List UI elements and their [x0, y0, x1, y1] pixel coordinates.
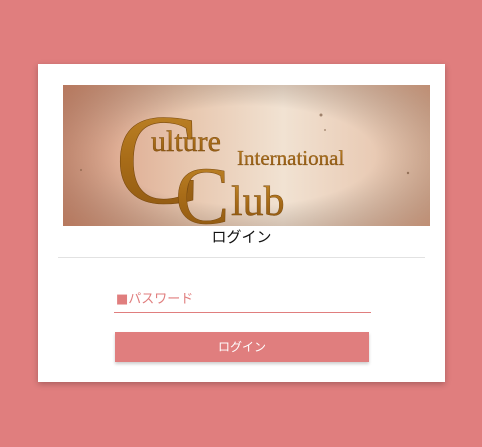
password-input[interactable]	[114, 288, 371, 311]
login-card: C ulture International C lub ログイン ログイン	[38, 64, 445, 382]
logo-word-international: International	[237, 146, 344, 170]
club-logo-banner: C ulture International C lub	[63, 85, 430, 226]
password-field-wrapper	[114, 288, 371, 313]
divider	[58, 257, 425, 258]
logo-word-lub: lub	[231, 179, 285, 225]
logo-big-c2: C	[175, 150, 230, 226]
login-button[interactable]: ログイン	[115, 332, 369, 362]
login-title: ログイン	[211, 228, 272, 246]
